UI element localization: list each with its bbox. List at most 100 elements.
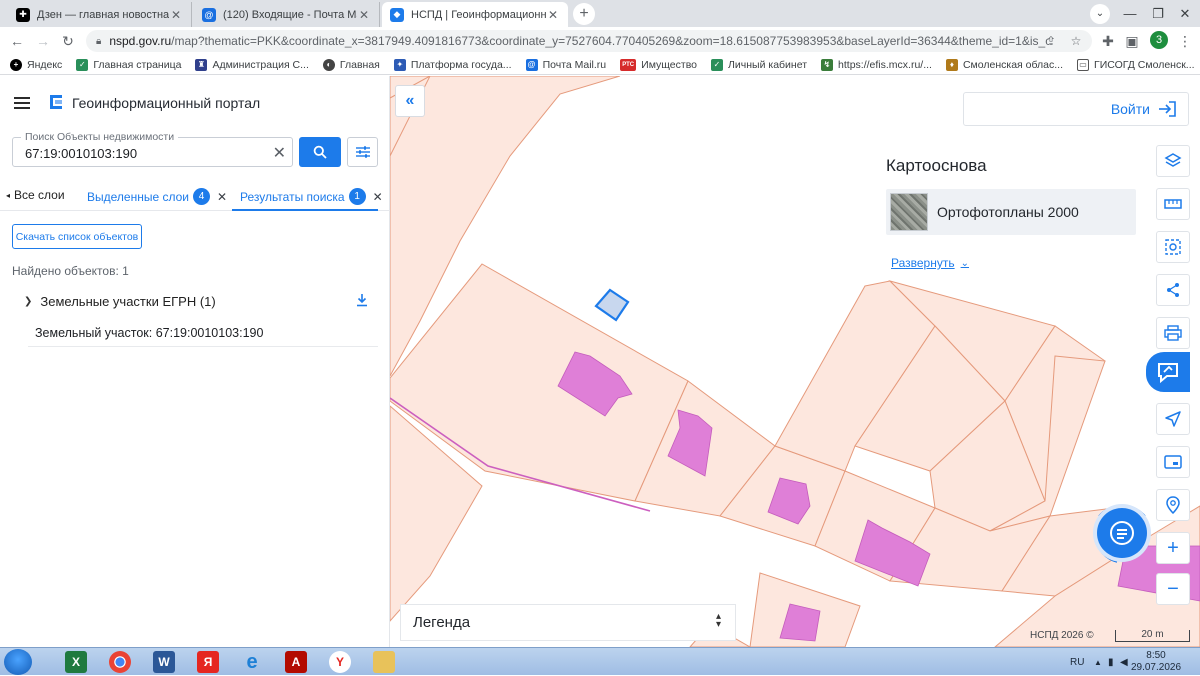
measure-tool-button[interactable] bbox=[1156, 188, 1190, 220]
rts-icon: РТС bbox=[620, 58, 637, 71]
minimize-window-icon[interactable]: — bbox=[1115, 0, 1145, 27]
bookmark-yandex[interactable]: + Яндекс bbox=[10, 58, 62, 71]
browser-address-bar: ← → ↻ 🔒︎ nspd.gov.ru/map?thematic=PKK&co… bbox=[0, 27, 1200, 55]
restore-window-icon[interactable]: ❐ bbox=[1143, 0, 1173, 27]
portal-title: Геоинформационный портал bbox=[72, 95, 261, 111]
select-area-tool-button[interactable] bbox=[1156, 231, 1190, 263]
legend-panel[interactable]: Легенда ▴ ▾ bbox=[400, 604, 736, 641]
chevron-down-icon: ⌄ bbox=[960, 257, 969, 269]
bookmark-gisogd[interactable]: ▭ ГИСОГД Смоленск... bbox=[1077, 58, 1195, 71]
gosuslugi-icon: ✓ bbox=[76, 58, 89, 71]
result-group-label: Земельные участки ЕГРН (1) bbox=[40, 293, 216, 309]
clear-search-icon[interactable]: ✕ bbox=[273, 143, 286, 163]
bookmark-main-page[interactable]: ✓ Главная страница bbox=[76, 58, 181, 71]
close-selected-layers-icon[interactable]: ✕ bbox=[217, 190, 227, 204]
taskbar-clock[interactable]: 8:50 29.07.2026 bbox=[1130, 650, 1182, 674]
minimap-tool-button[interactable] bbox=[1156, 446, 1190, 478]
browser-tab-dzen[interactable]: ✚ Дзен — главная новостная инф ✕ bbox=[8, 2, 192, 27]
login-button[interactable]: Войти bbox=[963, 92, 1189, 126]
minimap-icon bbox=[1164, 455, 1182, 469]
bookmark-mail[interactable]: @ Почта Mail.ru bbox=[525, 58, 606, 71]
taskbar-chrome[interactable] bbox=[102, 649, 138, 675]
tab-search-results[interactable]: Результаты поиска 1 ✕ bbox=[240, 188, 383, 205]
taskbar-word[interactable]: W bbox=[146, 649, 182, 675]
zoom-in-button[interactable]: + bbox=[1156, 532, 1190, 564]
search-side-panel: Геоинформационный портал Поиск Объекты н… bbox=[0, 76, 390, 647]
bookmark-smolensk[interactable]: ♦ Смоленская облас... bbox=[945, 58, 1063, 71]
site-info-icon[interactable]: 🔒︎ bbox=[96, 36, 101, 47]
result-group-egrn-land[interactable]: ❯ Земельные участки ЕГРН (1) bbox=[24, 291, 378, 311]
navigate-tool-button[interactable] bbox=[1156, 403, 1190, 435]
yandex-ya-icon: Я bbox=[197, 651, 219, 673]
map-chat-icon bbox=[1158, 363, 1178, 384]
taskbar-explorer[interactable] bbox=[366, 649, 402, 675]
windows-taskbar: X W Я e A Y RU ▲ ▮ ◀ 8:50 29.07.2026 bbox=[0, 647, 1200, 675]
browser-tab-nspd[interactable]: ◆ НСПД | Геоинформационный п ✕ bbox=[382, 2, 568, 27]
expand-collapse-icon[interactable]: ▴ ▾ bbox=[716, 612, 721, 630]
language-indicator[interactable]: RU bbox=[1070, 648, 1084, 676]
basemap-option[interactable]: Ортофотопланы 2000 bbox=[886, 189, 1136, 235]
share-tool-button[interactable] bbox=[1156, 274, 1190, 306]
browser-menu-icon[interactable]: ⋮ bbox=[1174, 30, 1196, 52]
globe-icon: ◐ bbox=[322, 58, 335, 71]
word-icon: W bbox=[153, 651, 175, 673]
zoom-out-button[interactable]: − bbox=[1156, 573, 1190, 605]
bookmark-administration[interactable]: ♜ Администрация С... bbox=[195, 58, 309, 71]
windows-start-button[interactable] bbox=[4, 649, 32, 675]
yandex-browser-icon: Y bbox=[329, 651, 351, 673]
chat-support-button[interactable] bbox=[1097, 508, 1147, 558]
map-parcels-layer[interactable] bbox=[390, 76, 1200, 647]
reload-icon[interactable]: ↻ bbox=[57, 30, 79, 52]
search-button[interactable] bbox=[299, 137, 341, 167]
bookmark-star-icon[interactable]: ☆ bbox=[1066, 30, 1086, 52]
search-field[interactable]: Поиск Объекты недвижимости 67:19:0010103… bbox=[12, 131, 293, 167]
menu-hamburger-icon[interactable] bbox=[14, 97, 30, 109]
taskbar-excel[interactable]: X bbox=[58, 649, 94, 675]
bookmark-property[interactable]: РТС Имущество bbox=[620, 58, 697, 71]
close-tab-icon[interactable]: ✕ bbox=[169, 8, 183, 22]
profile-avatar[interactable]: 3 bbox=[1150, 31, 1168, 49]
side-panel-icon[interactable]: ▣ bbox=[1121, 30, 1143, 52]
taskbar-yandex[interactable]: Я bbox=[190, 649, 226, 675]
mail-icon: @ bbox=[525, 58, 538, 71]
selected-parcel bbox=[594, 288, 630, 322]
taskbar-yandex-browser[interactable]: Y bbox=[322, 649, 358, 675]
taskbar-ie[interactable]: e bbox=[234, 649, 270, 675]
browser-tab-mail[interactable]: @ (120) Входящие - Почта Mail ✕ bbox=[194, 2, 380, 27]
search-input[interactable]: 67:19:0010103:190 bbox=[25, 146, 255, 161]
url-omnibox[interactable]: 🔒︎ nspd.gov.ru/map?thematic=PKK&coordina… bbox=[86, 30, 1092, 52]
close-search-results-icon[interactable]: ✕ bbox=[373, 190, 383, 204]
locate-tool-button[interactable] bbox=[1156, 489, 1190, 521]
back-arrow-icon[interactable]: ← bbox=[6, 30, 28, 52]
close-tab-icon[interactable]: ✕ bbox=[357, 8, 371, 22]
close-tab-icon[interactable]: ✕ bbox=[546, 8, 560, 22]
volume-icon[interactable]: ◀ bbox=[1120, 648, 1128, 676]
printer-icon bbox=[1164, 325, 1182, 341]
share-page-icon[interactable]: ⇪ bbox=[1041, 30, 1061, 52]
download-list-button[interactable]: Скачать список объектов bbox=[12, 224, 142, 249]
chevron-down-icon: ❯ bbox=[24, 295, 33, 307]
layers-tool-button[interactable] bbox=[1156, 145, 1190, 177]
pkk-assistant-button[interactable] bbox=[1146, 352, 1190, 392]
taskbar-acrobat[interactable]: A bbox=[278, 649, 314, 675]
network-icon[interactable]: ▮ bbox=[1108, 648, 1114, 676]
search-filter-button[interactable] bbox=[347, 137, 378, 167]
print-tool-button[interactable] bbox=[1156, 317, 1190, 349]
extensions-puzzle-icon[interactable]: ✚ bbox=[1097, 30, 1119, 52]
cadastral-map[interactable]: « Войти Картооснова Ортофотопланы 2000 Р… bbox=[390, 76, 1200, 647]
bookmark-home[interactable]: ◐ Главная bbox=[322, 58, 380, 71]
bookmark-efis[interactable]: ↯ https://efis.mcx.ru/... bbox=[821, 58, 932, 71]
download-icon[interactable] bbox=[356, 293, 368, 307]
result-item-land-plot[interactable]: Земельный участок: 67:19:0010103:190 bbox=[28, 319, 378, 347]
bookmark-gov-platform[interactable]: ✦ Платформа госуда... bbox=[393, 58, 512, 71]
collapse-panel-button[interactable]: « bbox=[395, 85, 425, 117]
tab-selected-layers[interactable]: Выделенные слои 4 ✕ bbox=[87, 188, 227, 205]
close-window-icon[interactable]: ✕ bbox=[1170, 0, 1200, 27]
forward-arrow-icon[interactable]: → bbox=[32, 30, 54, 52]
new-tab-button[interactable]: + bbox=[573, 3, 595, 25]
tab-all-layers[interactable]: ◂ Все слои bbox=[6, 188, 65, 202]
tray-expand-icon[interactable]: ▲ bbox=[1094, 648, 1102, 676]
bookmark-cabinet[interactable]: ✓ Личный кабинет bbox=[711, 58, 807, 71]
tab-search-chevron-icon[interactable]: ⌄ bbox=[1085, 0, 1115, 27]
expand-basemaps-link[interactable]: Развернуть ⌄ bbox=[891, 256, 969, 270]
